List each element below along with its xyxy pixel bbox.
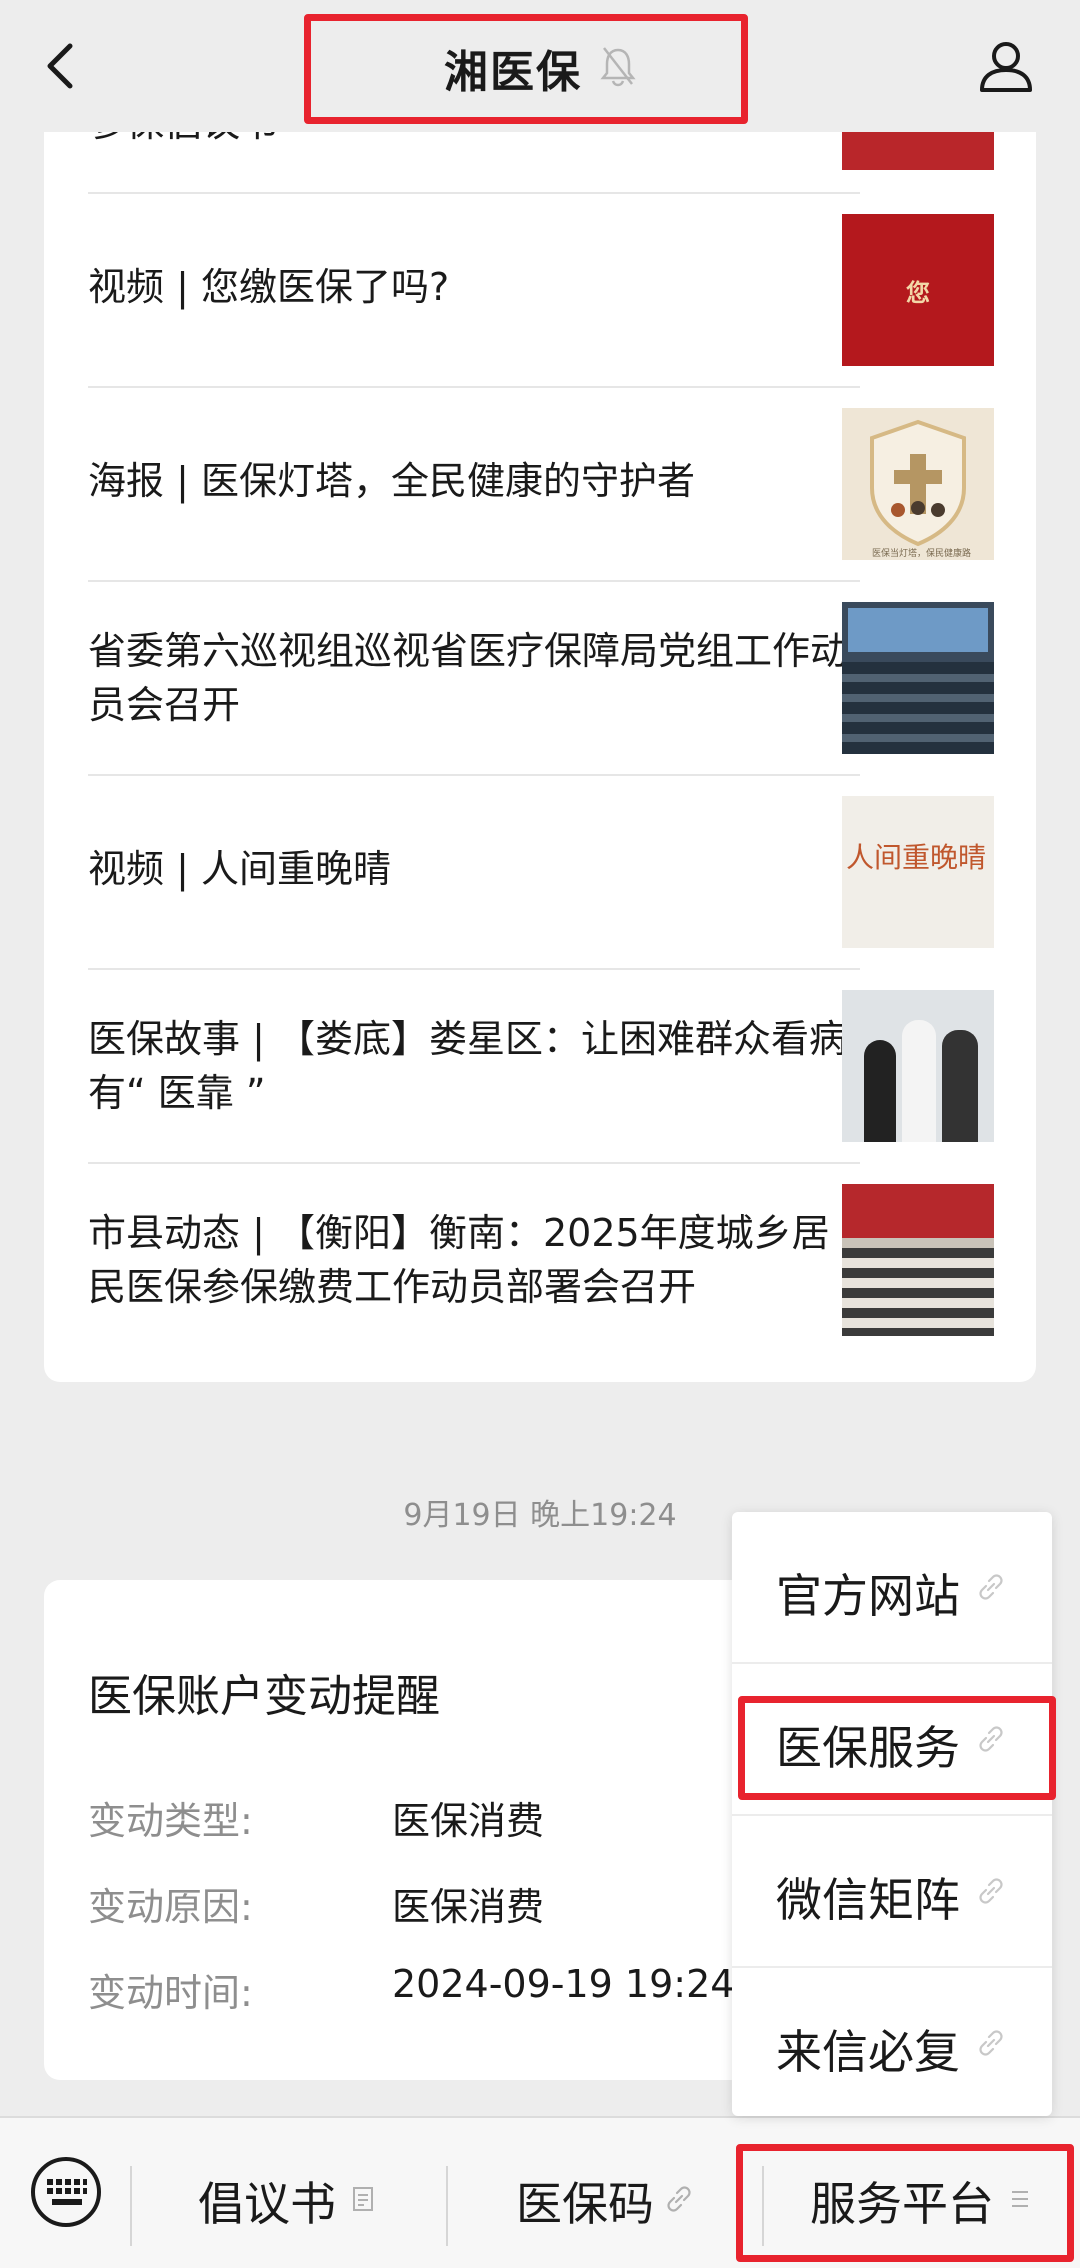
article-item[interactable]: 视频 | 人间重晚晴 <box>88 776 860 970</box>
row-key: 变动时间: <box>88 1971 253 2015</box>
title-highlight-box <box>304 14 748 124</box>
person-figure <box>864 1040 896 1142</box>
person-figure <box>902 1020 936 1142</box>
shield-icon <box>870 419 966 547</box>
menu-item-wechat-matrix[interactable]: 微信矩阵 <box>732 1816 1052 1968</box>
row-key: 变动类型: <box>88 1799 253 1843</box>
audience-rows <box>842 662 994 754</box>
link-icon <box>979 2030 1003 2056</box>
audience-rows <box>842 1248 994 1336</box>
keyboard-toggle-button[interactable] <box>28 2154 104 2230</box>
article-item[interactable]: 医保故事 | 【娄底】娄星区：让困难群众看病有“ 医靠 ” <box>88 970 860 1164</box>
menu-button-medical-code[interactable]: 医保码 <box>448 2118 762 2268</box>
stage-backdrop <box>842 1184 994 1238</box>
article-item[interactable]: 市县动态 | 【衡阳】衡南：2025年度城乡居民医保参保缴费工作动员部署会召开 <box>88 1164 860 1358</box>
article-list-card: 参保倡议书 视频 | 您缴医保了吗? 您 海报 | 医保灯塔，全民健康的守护者 … <box>44 100 1036 1382</box>
menu-item-official-site[interactable]: 官方网站 <box>732 1512 1052 1664</box>
menu-item-letter-reply[interactable]: 来信必复 <box>732 1968 1052 2116</box>
menu-item-label: 微信矩阵 <box>776 1873 960 1927</box>
link-icon <box>979 1878 1003 1904</box>
thumbnail-text: 人间重晚晴 <box>846 841 987 874</box>
article-title: 省委第六巡视组巡视省医疗保障局党组工作动员会召开 <box>88 629 849 727</box>
user-icon <box>980 42 1032 92</box>
article-thumbnail <box>842 602 994 754</box>
row-key: 变动原因: <box>88 1885 253 1929</box>
notification-title: 医保账户变动提醒 <box>88 1671 440 1722</box>
medical-service-highlight-box <box>738 1696 1056 1800</box>
article-title: 视频 | 您缴医保了吗? <box>88 265 450 309</box>
row-value: 医保消费 <box>392 1799 545 1843</box>
row-value: 医保消费 <box>392 1885 545 1929</box>
article-thumbnail: 人间重晚晴 <box>842 796 994 948</box>
article-item[interactable]: 省委第六巡视组巡视省医疗保障局党组工作动员会召开 <box>88 582 860 776</box>
menu-item-label: 官方网站 <box>776 1569 960 1623</box>
person-figure <box>942 1030 978 1142</box>
chevron-left-icon <box>47 43 73 89</box>
back-button[interactable] <box>36 36 96 96</box>
article-title: 海报 | 医保灯塔，全民健康的守护者 <box>88 459 695 503</box>
article-item[interactable]: 海报 | 医保灯塔，全民健康的守护者 <box>88 388 860 582</box>
menu-item-label: 来信必复 <box>776 2025 960 2079</box>
article-thumbnail <box>842 1184 994 1336</box>
document-icon <box>353 2187 373 2211</box>
menu-button-proposal[interactable]: 倡议书 <box>132 2118 446 2268</box>
link-icon <box>667 2186 691 2212</box>
article-thumbnail: 医保当灯塔，保民健康路 <box>842 408 994 560</box>
article-title: 医保故事 | 【娄底】娄星区：让困难群众看病有“ 医靠 ” <box>88 1017 847 1115</box>
menu-button-label: 倡议书 <box>198 2177 336 2231</box>
article-item[interactable]: 视频 | 您缴医保了吗? <box>88 194 860 388</box>
article-title: 市县动态 | 【衡阳】衡南：2025年度城乡居民医保参保缴费工作动员部署会召开 <box>88 1211 830 1309</box>
keyboard-icon <box>31 2157 101 2227</box>
profile-button[interactable] <box>976 36 1036 96</box>
article-thumbnail: 您 <box>842 214 994 366</box>
menu-button-label: 医保码 <box>516 2177 654 2231</box>
service-platform-highlight-box <box>736 2144 1074 2262</box>
stage-backdrop <box>848 608 988 652</box>
thumbnail-text: 医保当灯塔，保民健康路 <box>872 549 972 559</box>
article-thumbnail <box>842 990 994 1142</box>
link-icon <box>979 1574 1003 1600</box>
article-title: 视频 | 人间重晚晴 <box>88 847 391 891</box>
thumbnail-text: 您 <box>906 278 930 307</box>
service-popup-menu: 官方网站 医保服务 微信矩阵 来信必复 <box>732 1512 1052 2116</box>
